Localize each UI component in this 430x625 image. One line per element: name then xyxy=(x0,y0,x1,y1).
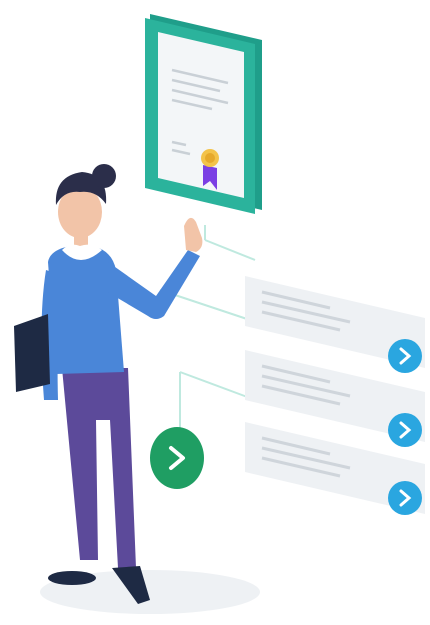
connector-lines xyxy=(159,225,256,430)
onboarding-illustration xyxy=(0,0,430,625)
certificate-tablet xyxy=(145,14,262,214)
person-figure xyxy=(14,164,203,604)
illustration-canvas xyxy=(14,14,425,614)
chevron-right-icon[interactable] xyxy=(388,413,422,447)
floating-next-button[interactable] xyxy=(150,427,204,489)
chevron-right-icon[interactable] xyxy=(388,481,422,515)
chevron-right-icon[interactable] xyxy=(388,339,422,373)
folder xyxy=(14,314,50,392)
